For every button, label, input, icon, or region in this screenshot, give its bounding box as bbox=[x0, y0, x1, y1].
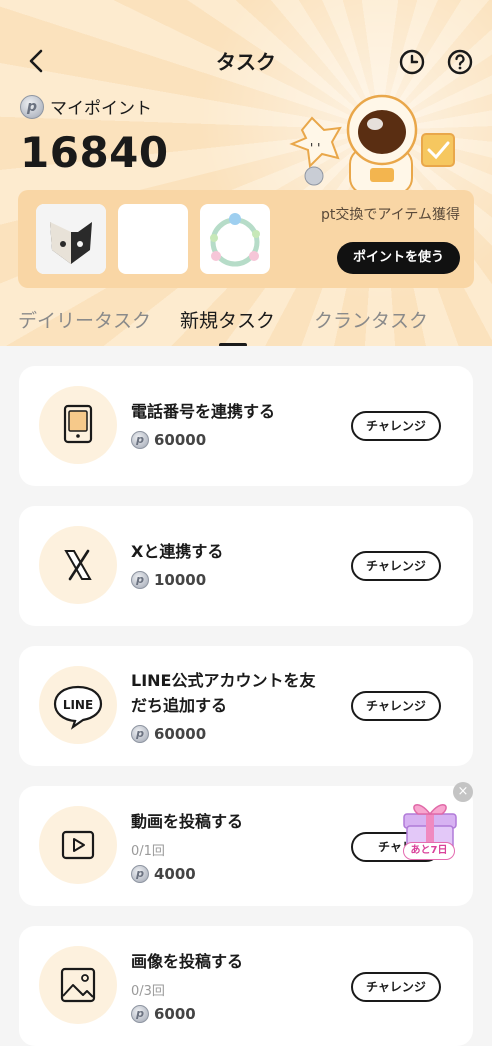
point-coin-icon: p bbox=[131, 865, 149, 883]
top-bar: タスク bbox=[0, 38, 492, 82]
task-reward-value: 60000 bbox=[154, 431, 207, 449]
task-card: 画像を投稿する 0/3回 p 6000 チャレンジ bbox=[19, 926, 473, 1046]
task-card: Xと連携する p 10000 チャレンジ bbox=[19, 506, 473, 626]
gift-countdown-badge: あと7日 bbox=[403, 842, 455, 860]
line-logo-icon: LINE bbox=[53, 685, 103, 730]
task-reward: p 10000 bbox=[131, 571, 206, 589]
header: タスク p マイポイント 16840 ' ' pt交換でアイテム獲得 ポイントを… bbox=[0, 0, 492, 346]
point-balance: 16840 bbox=[20, 128, 169, 177]
challenge-button[interactable]: チャレンジ bbox=[351, 551, 441, 581]
icon-badge bbox=[39, 526, 117, 604]
task-progress: 0/1回 bbox=[131, 844, 165, 859]
task-reward-value: 60000 bbox=[154, 725, 207, 743]
exchange-item-thumbnail[interactable] bbox=[36, 204, 106, 274]
tab-clan[interactable]: クランタスク bbox=[314, 306, 428, 333]
challenge-button[interactable]: チャレンジ bbox=[351, 691, 441, 721]
my-point-label: マイポイント bbox=[50, 99, 152, 119]
gift-close-button[interactable]: × bbox=[453, 782, 473, 802]
challenge-button[interactable]: チャレンジ bbox=[351, 972, 441, 1002]
task-tabs: デイリータスク 新規タスク クランタスク bbox=[0, 300, 492, 346]
point-coin-icon: p bbox=[131, 1005, 149, 1023]
tab-daily[interactable]: デイリータスク bbox=[18, 306, 151, 333]
x-logo-icon bbox=[64, 549, 92, 581]
svg-text:LINE: LINE bbox=[63, 698, 93, 712]
icon-badge bbox=[39, 806, 117, 884]
exchange-item-thumbnail[interactable] bbox=[118, 204, 188, 274]
exchange-description: pt交換でアイテム獲得 bbox=[321, 207, 460, 223]
task-reward: p 6000 bbox=[131, 1005, 196, 1023]
task-progress: 0/3回 bbox=[131, 984, 165, 999]
task-reward-value: 10000 bbox=[154, 571, 207, 589]
icon-badge bbox=[39, 386, 117, 464]
history-clock-icon[interactable] bbox=[398, 48, 426, 76]
task-reward: p 60000 bbox=[131, 431, 206, 449]
task-reward-value: 6000 bbox=[154, 1005, 196, 1023]
help-icon[interactable] bbox=[446, 48, 474, 76]
task-card: LINE LINE公式アカウントを友 だち追加する p 60000 チャレンジ bbox=[19, 646, 473, 766]
task-title: 電話番号を連携する bbox=[131, 402, 276, 421]
exchange-item-thumbnail[interactable] bbox=[200, 204, 270, 274]
point-exchange-panel: pt交換でアイテム獲得 ポイントを使う bbox=[18, 190, 474, 288]
active-tab-indicator bbox=[219, 343, 247, 346]
point-coin-icon: p bbox=[131, 571, 149, 589]
use-points-button[interactable]: ポイントを使う bbox=[336, 242, 460, 274]
image-icon bbox=[60, 967, 96, 1003]
point-coin-icon: p bbox=[20, 94, 44, 119]
point-coin-icon: p bbox=[131, 431, 149, 449]
task-reward: p 4000 bbox=[131, 865, 196, 883]
task-title: 画像を投稿する bbox=[131, 952, 244, 971]
challenge-button[interactable]: チャレンジ bbox=[351, 411, 441, 441]
astronaut-mascot-illustration: ' ' bbox=[289, 94, 455, 195]
task-reward: p 60000 bbox=[131, 725, 206, 743]
icon-badge: LINE bbox=[39, 666, 117, 744]
my-point-row: p マイポイント bbox=[20, 94, 152, 119]
video-icon bbox=[61, 830, 95, 860]
point-coin-icon: p bbox=[131, 725, 149, 743]
svg-text:' ': ' ' bbox=[310, 141, 320, 155]
task-title: Xと連携する bbox=[131, 542, 224, 561]
task-title: LINE公式アカウントを友 bbox=[131, 671, 316, 690]
task-title: 動画を投稿する bbox=[131, 812, 244, 831]
tab-new[interactable]: 新規タスク bbox=[180, 306, 275, 333]
icon-badge bbox=[39, 946, 117, 1024]
task-card: 電話番号を連携する p 60000 チャレンジ bbox=[19, 366, 473, 486]
task-title-line2: だち追加する bbox=[131, 696, 228, 715]
phone-icon bbox=[63, 404, 93, 444]
task-reward-value: 4000 bbox=[154, 865, 196, 883]
